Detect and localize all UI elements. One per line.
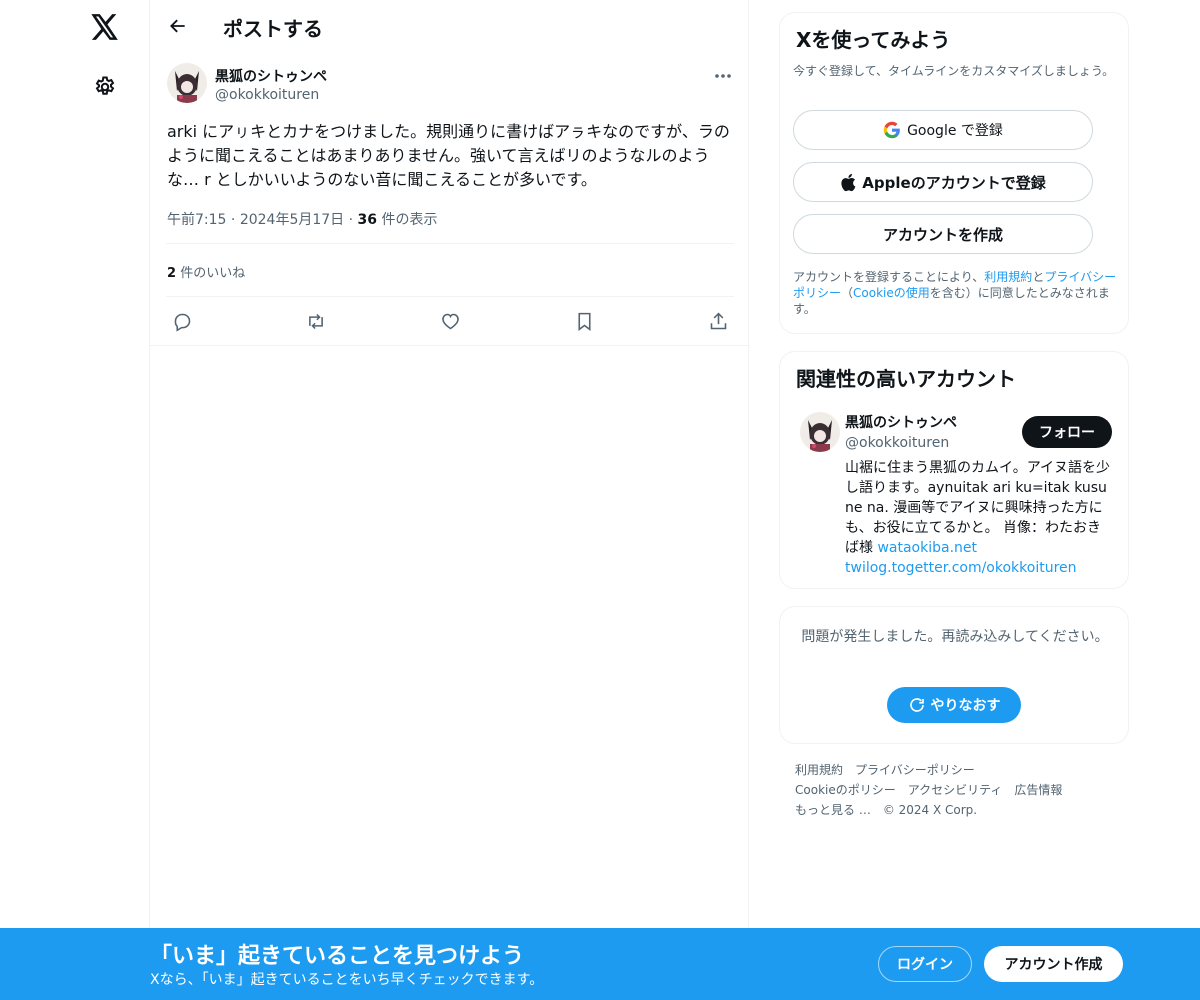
cookie-link[interactable]: Cookieの使用	[853, 286, 930, 300]
terms-link[interactable]: 利用規約	[984, 270, 1032, 284]
footer-link[interactable]: プライバシーポリシー	[855, 763, 975, 777]
bookmark-icon[interactable]	[569, 309, 599, 333]
top-bar: ポストする	[150, 0, 750, 53]
views-count: 36	[357, 212, 378, 228]
related-account-name[interactable]: 黒狐のシトゥンペ	[845, 412, 957, 432]
x-logo-icon[interactable]	[86, 8, 124, 46]
refresh-icon	[908, 696, 926, 714]
footer-link[interactable]: 広告情報	[1014, 783, 1062, 797]
error-card: 問題が発生しました。再読み込みしてください。 やりなおす	[779, 606, 1129, 744]
repost-icon[interactable]	[301, 309, 331, 333]
google-icon	[883, 121, 901, 139]
banner-subtitle: Xなら、「いま」起きていることをいち早くチェックできます。	[150, 972, 544, 988]
post-meta: 午前7:15 · 2024年5月17日 · 36 件の表示	[167, 209, 437, 229]
footer-links: 利用規約 プライバシーポリシー Cookieのポリシー アクセシビリティ 広告情報 も…	[795, 760, 1115, 820]
signup-title: Xを使ってみよう	[796, 28, 951, 52]
meta-separator: ·	[230, 212, 240, 228]
footer-link[interactable]: Cookieのポリシー	[795, 783, 896, 797]
author-handle[interactable]: @okokkoituren	[215, 87, 319, 103]
login-button[interactable]: ログイン	[878, 946, 972, 982]
page-title: ポストする	[223, 17, 323, 41]
retry-button[interactable]: やりなおす	[887, 687, 1021, 723]
divider	[166, 243, 734, 244]
gear-icon[interactable]	[89, 71, 121, 103]
like-icon[interactable]	[435, 309, 465, 333]
signup-subtitle: 今すぐ登録して、タイムラインをカスタマイズしましょう。	[793, 64, 1115, 78]
post-text: arki にアㇼキとカナをつけました。規則通りに書けばアㇻキなのですが、ラのよう…	[167, 122, 730, 189]
related-account-handle[interactable]: @okokkoituren	[845, 435, 949, 451]
bio-link-twilog[interactable]: twilog.togetter.com/okokkoituren	[845, 560, 1077, 576]
create-account-label: アカウントを作成	[882, 225, 1003, 244]
legal-and: と	[1032, 270, 1045, 284]
signup-banner: 「いま」起きていることを見つけよう Xなら、「いま」起きていることをいち早くチェ…	[0, 928, 1200, 1000]
left-nav	[0, 0, 150, 1000]
arrow-left-icon[interactable]	[162, 10, 194, 42]
bio-link-website[interactable]: wataokiba.net	[877, 540, 977, 556]
meta-separator: ·	[348, 212, 358, 228]
retry-label: やりなおす	[930, 698, 1001, 714]
likes-count: 2	[167, 266, 177, 281]
follow-button[interactable]: フォロー	[1022, 416, 1112, 448]
likes-label: 件のいいね	[180, 266, 246, 281]
banner-signup-button[interactable]: アカウント作成	[984, 946, 1123, 982]
avatar[interactable]	[800, 412, 840, 452]
author-name[interactable]: 黒狐のシトゥンペ	[215, 66, 327, 86]
footer-link[interactable]: 利用規約	[795, 763, 843, 777]
google-signup-label: Google で登録	[907, 123, 1003, 139]
legal-paren: （	[841, 286, 854, 300]
likes-summary[interactable]: 2 件のいいね	[167, 262, 245, 281]
post-date[interactable]: 2024年5月17日	[240, 212, 344, 228]
more-icon[interactable]	[710, 63, 736, 89]
post-time[interactable]: 午前7:15	[167, 212, 226, 228]
apple-signup-button[interactable]: Appleのアカウントで登録	[793, 162, 1093, 202]
related-title: 関連性の高いアカウント	[796, 367, 1016, 391]
views-label: 件の表示	[381, 212, 438, 228]
share-icon[interactable]	[703, 309, 733, 333]
related-accounts-card: 関連性の高いアカウント 黒狐のシトゥンペ @okokkoituren フォロー …	[779, 351, 1129, 589]
copyright: © 2024 X Corp.	[882, 803, 978, 817]
google-signup-button[interactable]: Google で登録	[793, 110, 1093, 150]
main-column: ポストする 黒狐のシトゥンペ @okokkoituren arki にアㇼキとカ…	[149, 0, 750, 1000]
right-sidebar: Xを使ってみよう 今すぐ登録して、タイムラインをカスタマイズしましょう。 Goo…	[779, 0, 1129, 930]
avatar[interactable]	[167, 63, 207, 103]
divider	[166, 296, 734, 297]
reply-icon[interactable]	[167, 309, 197, 333]
apple-icon	[840, 173, 856, 192]
footer-link[interactable]: アクセシビリティ	[908, 783, 1003, 797]
signup-legal-text: アカウントを登録することにより、利用規約とプライバシーポリシー（Cookieの使…	[793, 269, 1123, 317]
footer-link[interactable]: もっと見る …	[795, 803, 871, 817]
create-account-button[interactable]: アカウントを作成	[793, 214, 1093, 254]
apple-signup-label: Appleのアカウントで登録	[862, 173, 1046, 192]
signup-card: Xを使ってみよう 今すぐ登録して、タイムラインをカスタマイズしましょう。 Goo…	[779, 12, 1129, 334]
post-detail: 黒狐のシトゥンペ @okokkoituren arki にアㇼキとカナをつけまし…	[150, 53, 750, 346]
error-message: 問題が発生しました。再読み込みしてください。	[801, 629, 1109, 645]
banner-title: 「いま」起きていることを見つけよう	[150, 944, 525, 969]
legal-prefix: アカウントを登録することにより、	[793, 270, 985, 284]
related-account-bio: 山裾に住まう黒狐のカムイ。アイヌ語を少し語ります。aynuitak ari ku…	[845, 458, 1115, 578]
